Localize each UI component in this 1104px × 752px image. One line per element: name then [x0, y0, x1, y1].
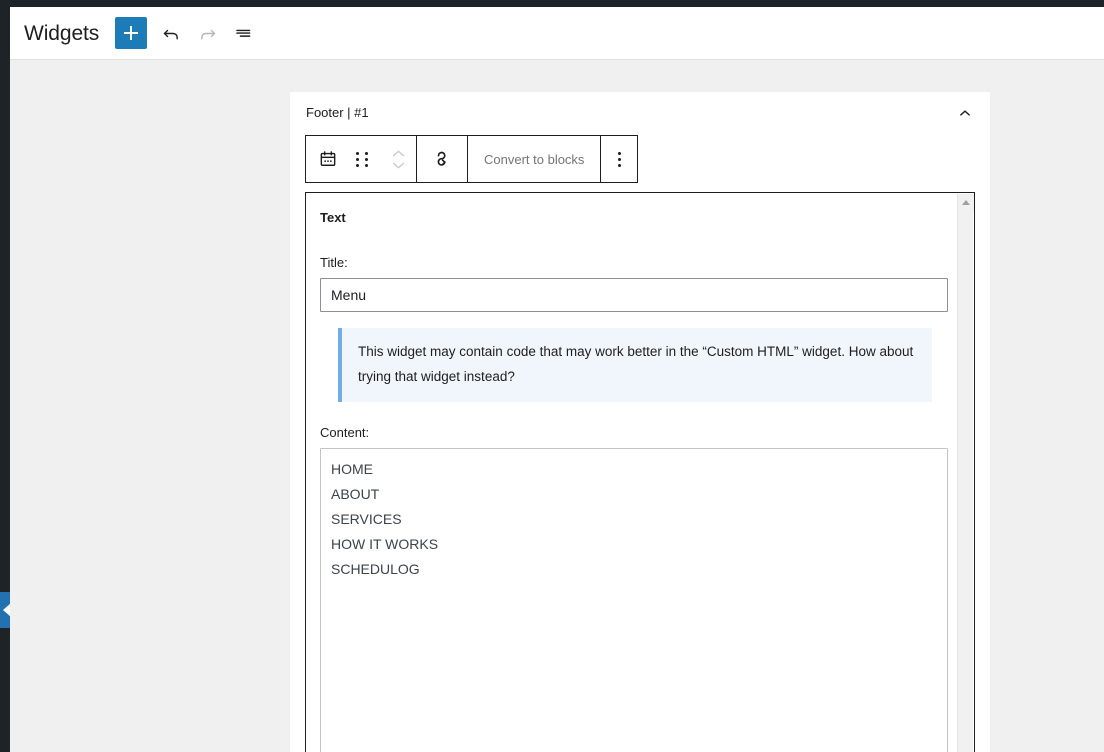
chevron-down-icon[interactable]	[391, 161, 406, 170]
block-mover[interactable]	[380, 136, 416, 182]
widget-form-scrollbar[interactable]	[957, 194, 974, 752]
wp-admin-menu-rail	[0, 7, 11, 752]
block-type-button[interactable]	[306, 136, 344, 182]
calendar-icon	[320, 151, 336, 166]
editor-canvas: Footer | #1 Convert to blocks Text Title…	[10, 61, 1104, 752]
block-toolbar-group-convert: Convert to blocks	[468, 136, 602, 182]
widgets-editor-app: Widgets Footer | #1 Convert to blocks Te…	[0, 0, 1104, 752]
widget-notice-text: This widget may contain code that may wo…	[358, 344, 914, 385]
drag-handle-icon	[355, 151, 369, 167]
convert-to-blocks-button[interactable]: Convert to blocks	[468, 136, 600, 182]
block-options-button[interactable]	[601, 136, 637, 182]
page-title: Widgets	[24, 21, 100, 45]
wp-admin-bar	[0, 0, 1104, 7]
list-view-icon	[235, 29, 250, 37]
transform-loop-icon	[437, 151, 446, 166]
transform-button[interactable]	[417, 136, 467, 182]
undo-icon	[163, 29, 178, 39]
widget-form-scroll-up-button[interactable]	[958, 194, 974, 211]
block-toolbar-group-transform	[417, 136, 468, 182]
block-toolbar-group-block	[306, 136, 417, 182]
block-toolbar-group-options	[601, 136, 637, 182]
list-view-button[interactable]	[225, 15, 261, 51]
collapse-menu-tab[interactable]	[0, 592, 11, 628]
block-toolbar: Convert to blocks	[305, 135, 639, 183]
block-drag-handle[interactable]	[344, 136, 380, 182]
widget-content-textarea[interactable]: HOME ABOUT SERVICES HOW IT WORKS SCHEDUL…	[320, 448, 948, 752]
widget-area-collapse-button[interactable]	[950, 98, 980, 128]
undo-button[interactable]	[153, 15, 189, 51]
widget-area-header: Footer | #1	[290, 92, 990, 130]
widget-title-input[interactable]	[320, 278, 948, 313]
widget-form-panel: Text Title: This widget may contain code…	[305, 192, 975, 752]
redo-button[interactable]	[189, 15, 225, 51]
widget-title-label: Title:	[320, 255, 348, 270]
plus-icon	[124, 26, 139, 40]
chevron-up-icon	[960, 110, 970, 116]
widget-notice: This widget may contain code that may wo…	[338, 328, 932, 403]
editor-header: Widgets	[10, 7, 1104, 60]
chevron-up-icon[interactable]	[391, 149, 406, 158]
more-vertical-icon	[617, 151, 621, 167]
widget-form-inner: Text Title: This widget may contain code…	[306, 193, 953, 752]
widget-area-title: Footer | #1	[306, 105, 369, 120]
add-block-button[interactable]	[115, 17, 148, 49]
widget-content-label: Content:	[320, 425, 370, 441]
widget-area-card: Footer | #1 Convert to blocks Text Title…	[290, 92, 990, 752]
widget-block-label: Text	[320, 210, 346, 225]
redo-icon	[200, 29, 215, 39]
caret-up-icon	[962, 200, 970, 205]
